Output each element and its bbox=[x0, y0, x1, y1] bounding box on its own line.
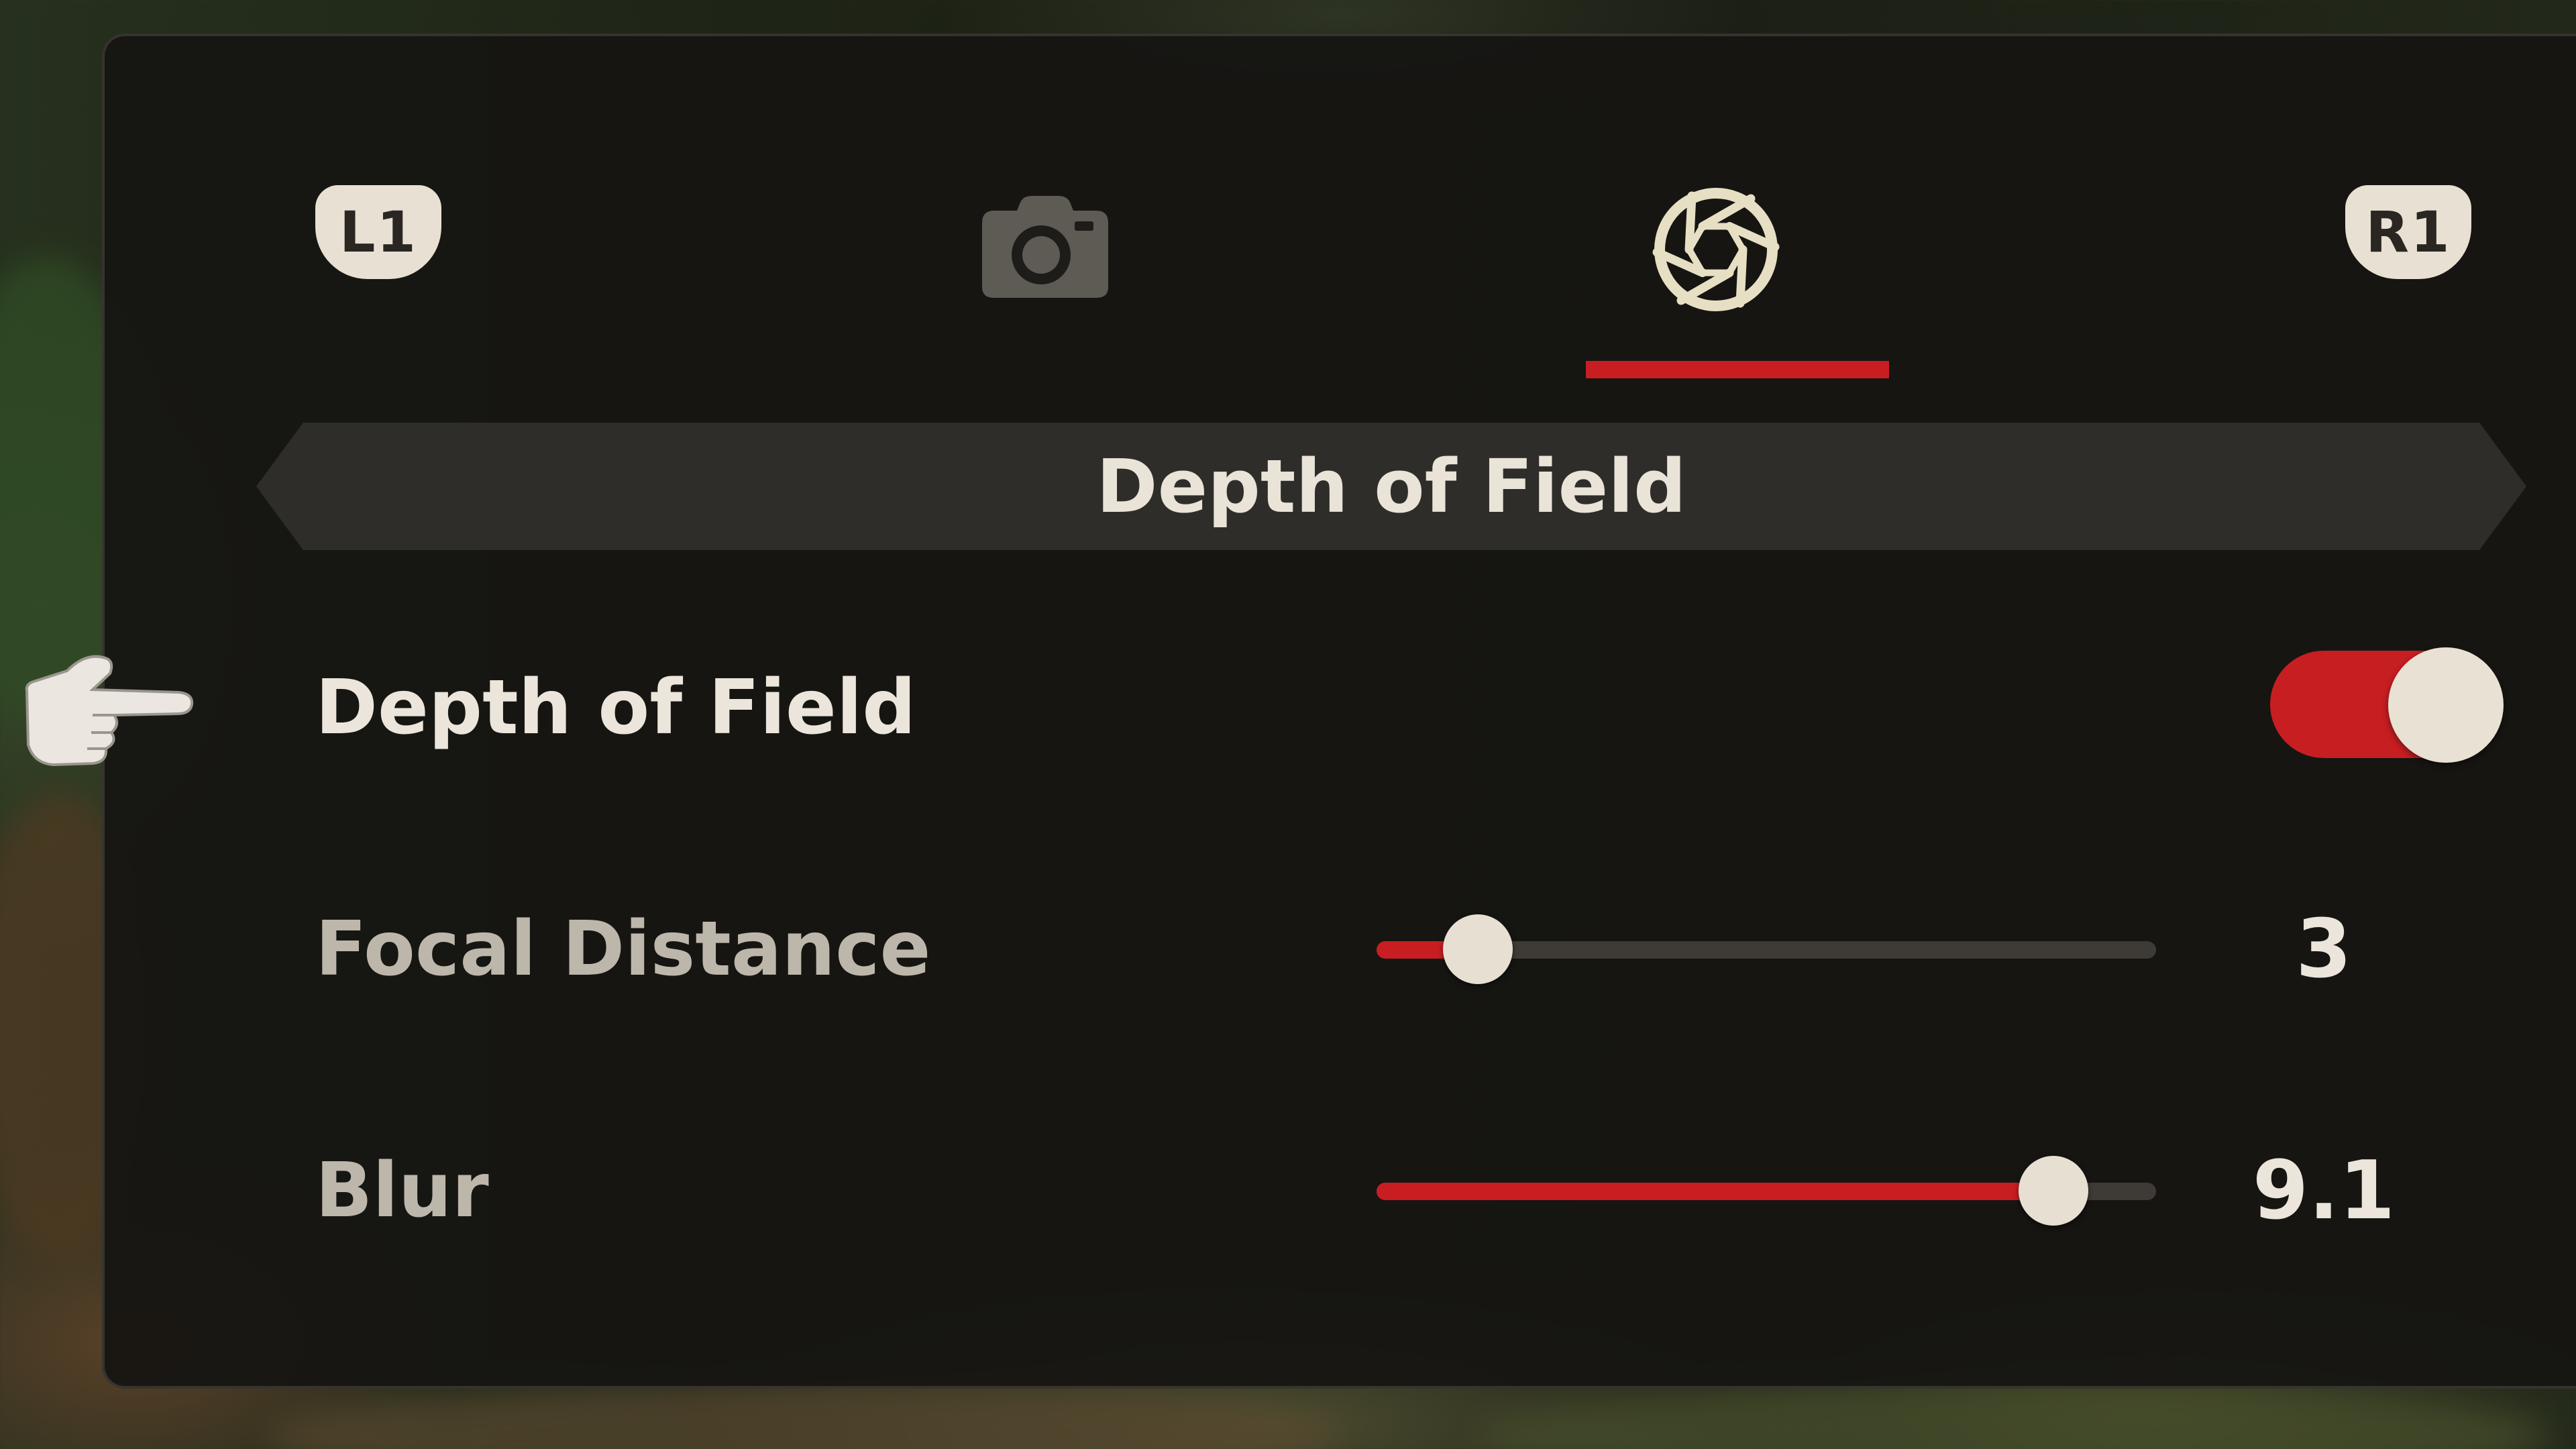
ground-bottom-left bbox=[268, 1382, 1342, 1449]
camera-icon bbox=[982, 196, 1108, 298]
focal-distance-slider[interactable] bbox=[1377, 882, 2165, 1016]
section-header: Depth of Field bbox=[256, 423, 2526, 550]
depth-of-field-label: Depth of Field bbox=[315, 664, 916, 751]
tab-depth-of-field[interactable] bbox=[1649, 182, 1783, 317]
focal-distance-label: Focal Distance bbox=[315, 906, 931, 993]
tab-bar: L1 R1 bbox=[102, 34, 2576, 382]
blur-label: Blur bbox=[315, 1147, 489, 1234]
aperture-icon bbox=[1652, 188, 1780, 311]
active-tab-indicator bbox=[1586, 361, 1889, 378]
focal-distance-value: 3 bbox=[2296, 902, 2352, 996]
setting-row-blur[interactable]: Blur 9.1 bbox=[102, 1124, 2576, 1258]
slider-knob[interactable] bbox=[1443, 914, 1513, 984]
slider-fill bbox=[1377, 1183, 2053, 1200]
l1-button[interactable]: L1 bbox=[315, 185, 441, 279]
depth-of-field-toggle[interactable] bbox=[2270, 641, 2512, 775]
r1-button[interactable]: R1 bbox=[2345, 185, 2471, 279]
slider-knob[interactable] bbox=[2019, 1156, 2088, 1226]
blur-slider[interactable] bbox=[1377, 1124, 2165, 1258]
setting-row-depth-of-field[interactable]: Depth of Field bbox=[102, 641, 2576, 775]
ground-bottom-right bbox=[1476, 1382, 2549, 1449]
setting-row-focal-distance[interactable]: Focal Distance 3 bbox=[102, 882, 2576, 1016]
toggle-knob[interactable] bbox=[2388, 647, 2504, 763]
tab-camera[interactable] bbox=[978, 186, 1112, 307]
blur-value: 9.1 bbox=[2252, 1144, 2396, 1238]
section-title: Depth of Field bbox=[1096, 443, 1686, 529]
